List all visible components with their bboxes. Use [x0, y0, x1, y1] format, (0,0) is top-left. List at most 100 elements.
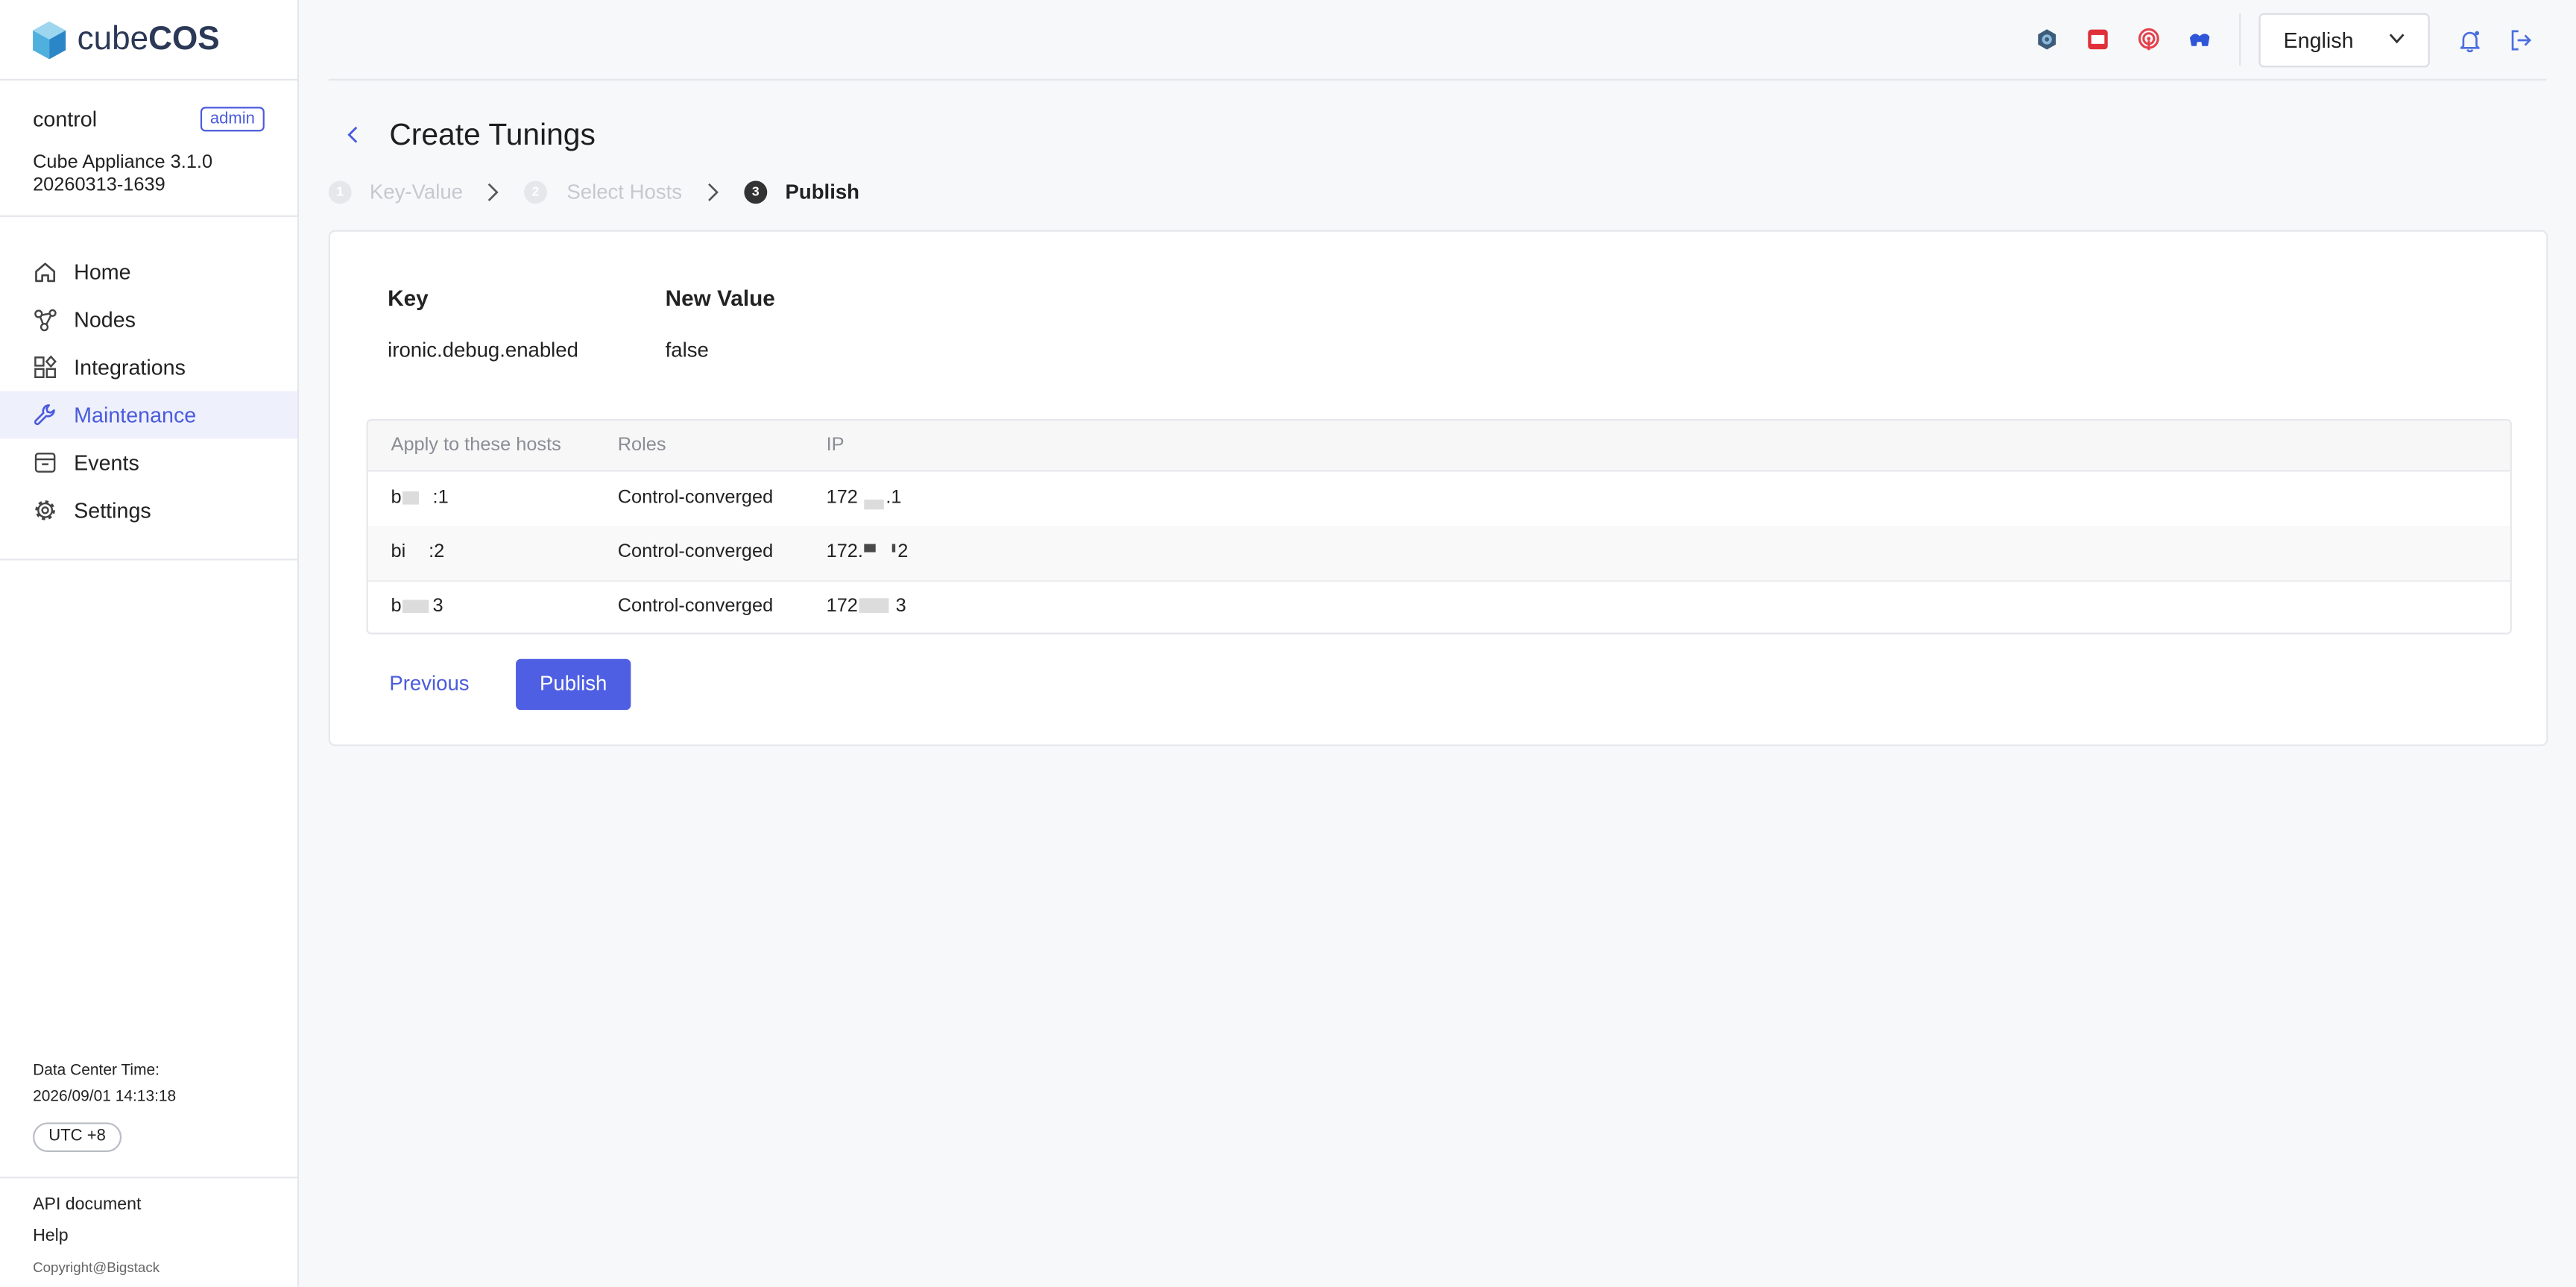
gear-icon [35, 500, 55, 520]
table-row: b:1 Control-converged 172.1 [367, 472, 2510, 528]
sidebar-item-label: Events [74, 450, 139, 475]
cube-logo-icon [33, 21, 66, 60]
ip-cell: 172 3 [827, 595, 906, 618]
nodes-icon [34, 309, 57, 332]
role-cell: Control-converged [617, 597, 774, 617]
divider [0, 558, 297, 561]
ip-cell: 172. 2 [827, 541, 909, 564]
step-number: 3 [744, 180, 768, 204]
broadcast-icon[interactable] [2137, 28, 2160, 51]
bell-icon[interactable] [2457, 28, 2482, 53]
version-text: Cube Appliance 3.1.0 [33, 152, 213, 173]
sidebar-item-label: Integrations [74, 355, 186, 380]
header-divider-line [328, 78, 2547, 81]
page-title: Create Tunings [389, 116, 596, 151]
sidebar-item-integrations[interactable]: Integrations [0, 344, 297, 391]
role-cell: Control-converged [617, 542, 774, 562]
previous-button[interactable]: Previous [389, 670, 469, 696]
sidebar-item-maintenance[interactable]: Maintenance [0, 391, 297, 439]
logo-text-light: cube [77, 21, 149, 58]
sidebar-item-label: Nodes [74, 307, 136, 333]
redacted-text [402, 600, 430, 614]
ip-text: 172. [826, 542, 863, 562]
step-key-value[interactable]: Key-Value [370, 179, 463, 205]
redacted-text [864, 500, 885, 510]
header-divider [2239, 13, 2241, 66]
ip-text: 172 [826, 488, 858, 509]
sidebar-item-nodes[interactable]: Nodes [0, 296, 297, 344]
table-row: b3 Control-converged 172 3 [368, 580, 2510, 633]
red-window-icon[interactable] [2086, 28, 2109, 51]
host-text: bi [391, 542, 406, 562]
host-text: :1 [432, 488, 449, 509]
publish-card: Key New Value ironic.debug.enabled false… [328, 230, 2548, 746]
step-select-hosts[interactable]: Select Hosts [566, 179, 682, 205]
host-cell: b :1 [391, 486, 449, 509]
username: control [33, 107, 98, 132]
redacted-text [892, 544, 897, 553]
column-header-hosts: Apply to these hosts [391, 435, 561, 456]
hosts-table: Apply to these hosts Roles IP b :1 Contro… [366, 419, 2512, 635]
language-select-value: English [2283, 28, 2354, 53]
host-text: 3 [432, 597, 443, 617]
build-text: 20260313-1639 [33, 175, 165, 196]
step-publish: Publish [785, 180, 860, 204]
hexagon-dashboard-icon[interactable] [2036, 28, 2059, 51]
sidebar: cubeCOS control admin Cube Appliance 3.1… [0, 0, 300, 1287]
new-value-header: New Value [665, 286, 775, 311]
ip-text: 2 [897, 542, 909, 562]
chevron-right-icon [487, 183, 499, 201]
host-cell: bi :2 [391, 541, 445, 564]
tuning-key: ironic.debug.enabled [388, 339, 578, 362]
key-header: Key [388, 286, 429, 311]
tuning-value: false [665, 339, 709, 362]
host-text: b [391, 597, 402, 617]
host-cell: b3 [391, 595, 443, 618]
host-text: :2 [429, 542, 445, 562]
api-document-link[interactable]: API document [33, 1195, 141, 1216]
sidebar-item-home[interactable]: Home [0, 248, 297, 296]
redacted-text [407, 546, 426, 559]
column-header-ip: IP [826, 435, 845, 456]
sidebar-item-label: Maintenance [74, 402, 197, 428]
chevron-right-icon [708, 183, 719, 201]
table-header: Apply to these hosts Roles IP [367, 421, 2510, 472]
step-number: 2 [524, 180, 547, 204]
logo-text-bold: COS [148, 21, 220, 58]
role-badge: admin [200, 107, 265, 132]
ip-text: 3 [895, 597, 906, 617]
table-row: bi:2 Control-converged 172. 2 [367, 526, 2510, 582]
column-header-roles: Roles [617, 435, 666, 456]
role-cell: Control-converged [617, 488, 774, 509]
divider [0, 78, 297, 81]
sidebar-item-settings[interactable]: Settings [0, 486, 297, 534]
logout-icon[interactable] [2509, 28, 2534, 52]
language-select[interactable]: English [2258, 13, 2430, 68]
back-chevron-icon[interactable] [344, 125, 363, 145]
help-link[interactable]: Help [33, 1226, 69, 1247]
chevron-down-icon [2389, 34, 2405, 44]
timezone-badge: UTC +8 [33, 1122, 122, 1153]
divider [0, 215, 297, 217]
redacted-text [402, 491, 420, 505]
logo-text: cubeCOS [78, 18, 220, 60]
ip-cell: 172.1 [826, 486, 902, 510]
publish-button[interactable]: Publish [516, 658, 631, 711]
ip-text: 172 [826, 597, 858, 617]
host-text: b [391, 488, 402, 509]
ip-text: .1 [886, 488, 902, 509]
time-label: Data Center Time: [33, 1061, 160, 1080]
step-number: 1 [328, 180, 352, 204]
events-icon [34, 453, 56, 473]
sidebar-item-label: Settings [74, 497, 151, 523]
redacted-text [865, 544, 877, 553]
home-icon [35, 262, 56, 283]
time-value: 2026/09/01 14:13:18 [33, 1088, 177, 1107]
wrench-icon [34, 404, 55, 426]
app-window: cubeCOS control admin Cube Appliance 3.1… [0, 0, 2576, 1287]
integrations-icon [34, 355, 57, 379]
blue-cloud-icon[interactable] [2188, 28, 2212, 51]
sidebar-item-events[interactable]: Events [0, 438, 297, 486]
copyright: Copyright@Bigstack [33, 1259, 160, 1276]
sidebar-item-label: Home [74, 259, 131, 285]
